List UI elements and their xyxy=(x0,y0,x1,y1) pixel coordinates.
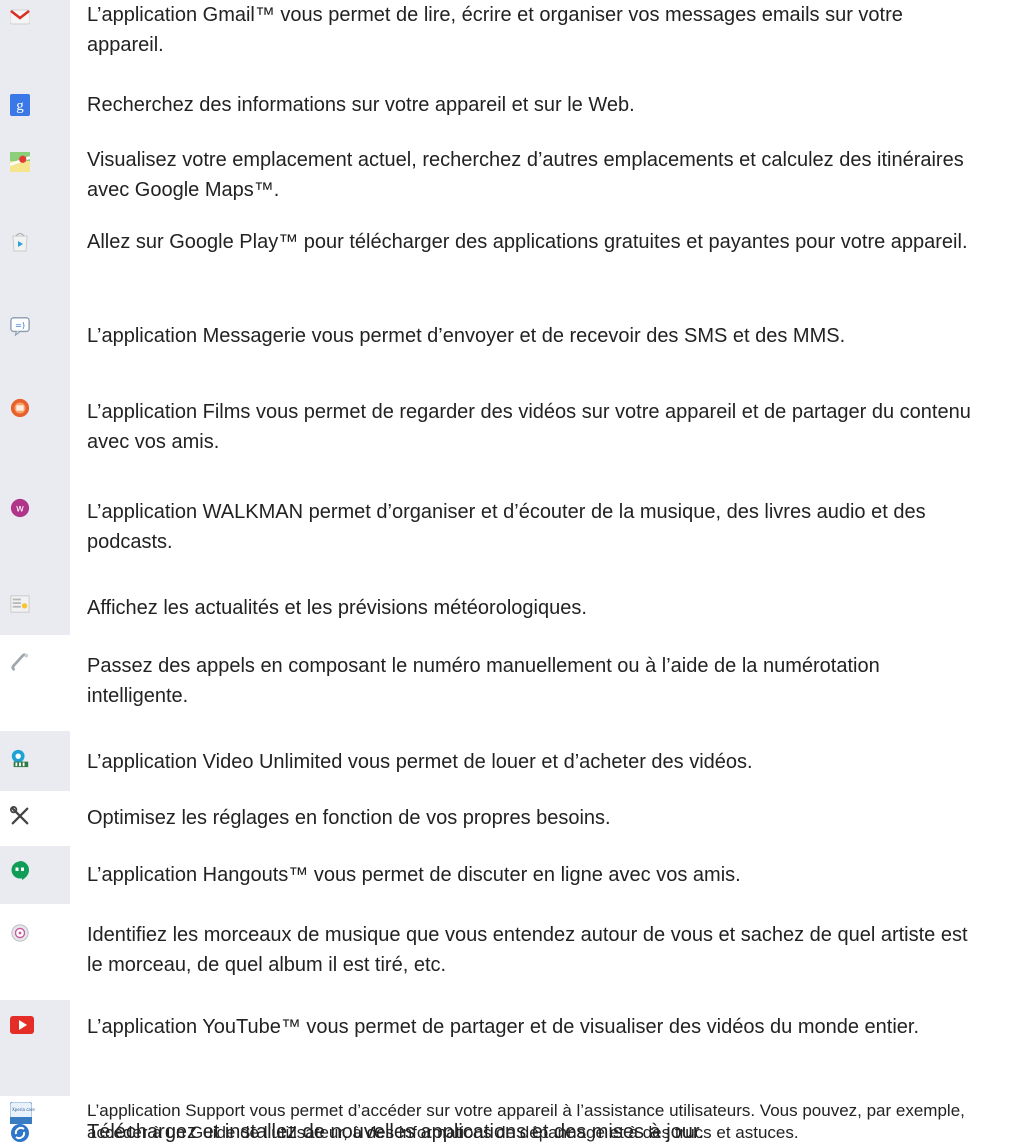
youtube-icon xyxy=(10,1014,34,1036)
list-item: Identifiez les morceaux de musique que v… xyxy=(0,904,1014,1000)
list-item: L’application Films vous permet de regar… xyxy=(0,377,1014,477)
icon-cell xyxy=(0,477,70,577)
list-item: L’application Video Unlimited vous perme… xyxy=(0,731,1014,791)
list-item: L’application Gmail™ vous permet de lire… xyxy=(0,0,1014,76)
list-item: g Recherchez des informations sur votre … xyxy=(0,76,1014,133)
list-item-text: L’application Video Unlimited vous perme… xyxy=(87,751,753,773)
list-item-text: Allez sur Google Play™ pour télécharger … xyxy=(87,231,968,253)
video-unlimited-icon xyxy=(10,747,30,769)
list-item-text: Passez des appels en composant le numéro… xyxy=(87,655,880,707)
svg-text:=): =) xyxy=(15,320,25,330)
list-item-text: L’application Gmail™ vous permet de lire… xyxy=(87,4,903,56)
list-item: Allez sur Google Play™ pour télécharger … xyxy=(0,209,1014,305)
list-item: =) L’application Messagerie vous permet … xyxy=(0,305,1014,377)
svg-text:w: w xyxy=(16,504,24,515)
list-item-text: L’application Hangouts™ vous permet de d… xyxy=(87,864,741,886)
icon-cell xyxy=(0,635,70,731)
update-center-icon xyxy=(10,1122,30,1144)
xperia-care-icon-label: Xperia care xyxy=(12,1107,35,1112)
google-search-icon: g xyxy=(10,94,30,116)
list-item-text: Visualisez votre emplacement actuel, rec… xyxy=(87,149,964,201)
play-store-icon xyxy=(10,231,30,253)
trackid-icon xyxy=(10,922,30,944)
icon-cell xyxy=(0,904,70,1000)
list-item: Visualisez votre emplacement actuel, rec… xyxy=(0,133,1014,209)
phone-icon xyxy=(10,651,30,673)
list-item: Optimisez les réglages en fonction de vo… xyxy=(0,791,1014,846)
list-item: Affichez les actualités et les prévision… xyxy=(0,577,1014,635)
list-item-text: Optimisez les réglages en fonction de vo… xyxy=(87,807,611,829)
news-weather-icon xyxy=(10,593,30,615)
walkman-icon: w xyxy=(10,497,30,519)
update-center-row: Téléchargez et installez de nouvelles ap… xyxy=(0,1119,1014,1146)
icon-cell xyxy=(0,209,70,305)
list-item-text: L’application YouTube™ vous permet de pa… xyxy=(87,1016,920,1038)
list-item-text: L’application Messagerie vous permet d’e… xyxy=(87,325,846,347)
icon-cell xyxy=(0,377,70,477)
list-item-text: Recherchez des informations sur votre ap… xyxy=(87,94,635,116)
settings-tools-icon xyxy=(10,805,30,827)
gmail-icon xyxy=(10,6,30,28)
movies-icon xyxy=(10,397,30,419)
list-item: w L’application WALKMAN permet d’organis… xyxy=(0,477,1014,577)
list-item: L’application Hangouts™ vous permet de d… xyxy=(0,846,1014,904)
list-item: Passez des appels en composant le numéro… xyxy=(0,635,1014,731)
list-item-text: L’application Films vous permet de regar… xyxy=(87,401,971,453)
messaging-icon: =) xyxy=(10,315,30,337)
list-item-text: Identifiez les morceaux de musique que v… xyxy=(87,924,968,976)
svg-text:g: g xyxy=(16,98,24,114)
list-item: L’application YouTube™ vous permet de pa… xyxy=(0,1000,1014,1096)
maps-icon xyxy=(10,151,30,173)
list-item-text: Téléchargez et installez de nouvelles ap… xyxy=(87,1121,705,1143)
list-item-text: Affichez les actualités et les prévision… xyxy=(87,597,587,619)
hangouts-icon xyxy=(10,860,30,882)
list-item-text: L’application WALKMAN permet d’organiser… xyxy=(87,501,926,553)
